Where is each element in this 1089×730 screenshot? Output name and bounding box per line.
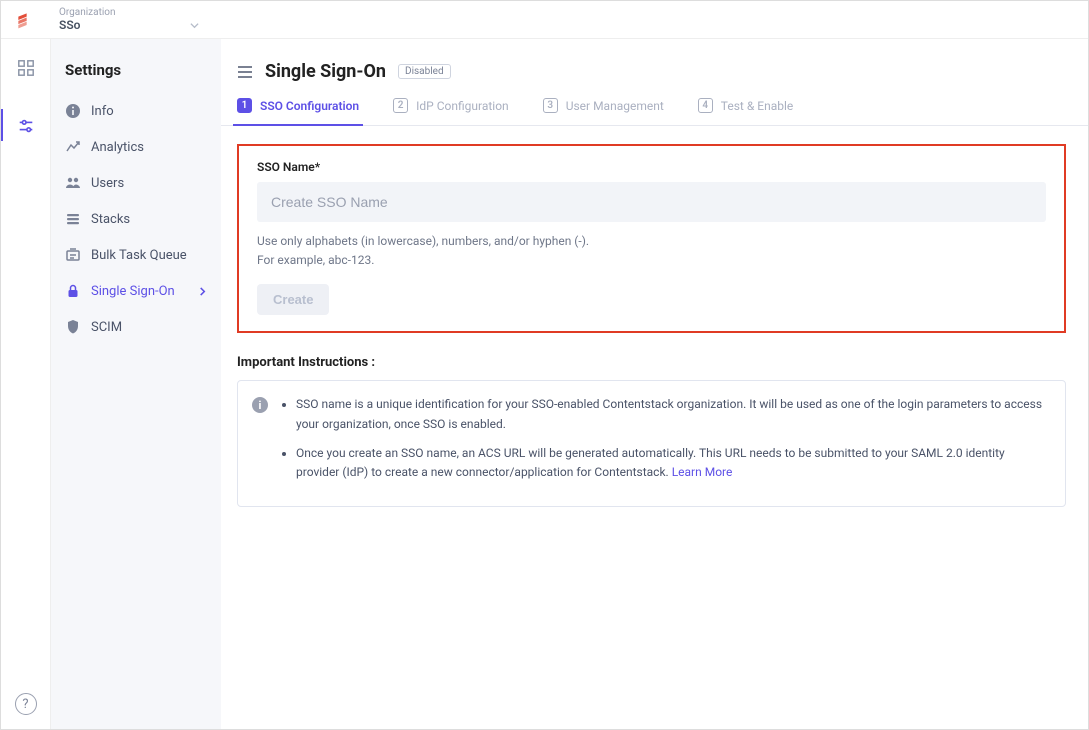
topbar: Organization SSo (1, 1, 1088, 39)
tab-label: IdP Configuration (416, 99, 509, 113)
stacks-icon (65, 211, 81, 227)
instruction-item: Once you create an SSO name, an ACS URL … (296, 444, 1049, 482)
sidebar-item-analytics[interactable]: Analytics (51, 129, 221, 165)
page-title: Single Sign-On (265, 61, 386, 82)
logo (15, 10, 59, 30)
instruction-item: SSO name is a unique identification for … (296, 395, 1049, 433)
page-header: Single Sign-On Disabled (221, 39, 1088, 98)
sidebar-item-label: Bulk Task Queue (91, 248, 187, 263)
sidebar-item-label: Single Sign-On (91, 284, 175, 299)
info-icon (65, 103, 81, 119)
step-number: 3 (543, 98, 558, 113)
tab-label: User Management (566, 99, 664, 113)
step-number: 4 (698, 98, 713, 113)
iconrail: ? (1, 39, 51, 729)
main-content: Single Sign-On Disabled 1 SSO Configurat… (221, 39, 1088, 729)
chevron-down-icon (190, 21, 199, 30)
sidebar-item-label: Info (91, 104, 114, 119)
tab-label: SSO Configuration (260, 99, 359, 113)
org-label: Organization (59, 7, 199, 18)
dashboard-icon[interactable] (15, 57, 37, 79)
tab-idp-configuration[interactable]: 2 IdP Configuration (393, 98, 509, 125)
sso-name-input[interactable] (257, 182, 1046, 222)
queue-icon (65, 247, 81, 263)
tab-sso-configuration[interactable]: 1 SSO Configuration (237, 98, 359, 125)
info-icon: i (252, 397, 268, 413)
sidebar-item-label: Analytics (91, 140, 144, 155)
status-badge: Disabled (398, 64, 451, 79)
sidebar-item-label: Users (91, 176, 124, 191)
learn-more-link[interactable]: Learn More (672, 465, 733, 479)
tab-test-enable[interactable]: 4 Test & Enable (698, 98, 793, 125)
create-button[interactable]: Create (257, 284, 329, 315)
settings-sliders-icon[interactable] (15, 115, 37, 137)
analytics-icon (65, 139, 81, 155)
org-value: SSo (59, 18, 80, 32)
step-tabs: 1 SSO Configuration 2 IdP Configuration … (221, 98, 1088, 126)
sidebar-item-stacks[interactable]: Stacks (51, 201, 221, 237)
hint-text: Use only alphabets (in lowercase), numbe… (257, 232, 1046, 270)
help-button[interactable]: ? (15, 693, 37, 715)
tab-panel: SSO Name* Use only alphabets (in lowerca… (221, 126, 1088, 525)
instructions-box: i SSO name is a unique identification fo… (237, 380, 1066, 507)
sidebar-item-users[interactable]: Users (51, 165, 221, 201)
sidebar-item-label: SCIM (91, 320, 122, 335)
users-icon (65, 175, 81, 191)
chevron-right-icon (198, 287, 207, 296)
org-selector[interactable]: Organization SSo (59, 7, 199, 32)
instructions-title: Important Instructions : (237, 355, 1066, 370)
sidebar-item-scim[interactable]: SCIM (51, 309, 221, 345)
step-number: 2 (393, 98, 408, 113)
step-number: 1 (237, 98, 252, 113)
sidebar-item-bulk-task-queue[interactable]: Bulk Task Queue (51, 237, 221, 273)
tab-label: Test & Enable (721, 99, 793, 113)
sidebar-title: Settings (51, 61, 221, 93)
sso-name-section: SSO Name* Use only alphabets (in lowerca… (237, 144, 1066, 333)
settings-sidebar: Settings Info Analytics Users Stacks Bul… (51, 39, 221, 729)
sidebar-item-info[interactable]: Info (51, 93, 221, 129)
tab-user-management[interactable]: 3 User Management (543, 98, 664, 125)
sidebar-item-label: Stacks (91, 212, 130, 227)
sso-name-label: SSO Name* (257, 160, 1046, 174)
sidebar-item-single-sign-on[interactable]: Single Sign-On (51, 273, 221, 309)
shield-icon (65, 319, 81, 335)
lock-icon (65, 283, 81, 299)
menu-toggle-icon[interactable] (237, 65, 253, 79)
